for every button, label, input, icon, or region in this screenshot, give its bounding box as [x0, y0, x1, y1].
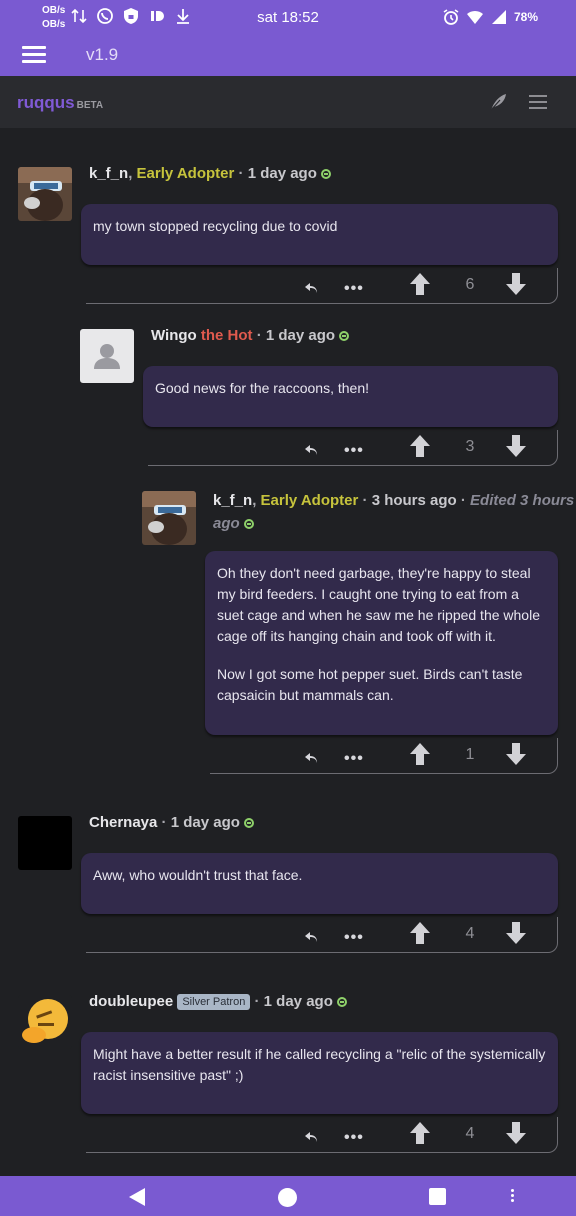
author-name[interactable]: k_f_n — [213, 492, 252, 509]
comment-body: Good news for the raccoons, then! — [143, 366, 558, 427]
overflow-menu-icon[interactable] — [511, 1189, 515, 1203]
more-icon[interactable]: ••• — [344, 280, 364, 298]
user-flair: the Hot — [200, 327, 253, 344]
comment-text: Oh they don't need garbage, they're happ… — [217, 565, 540, 644]
system-icons — [442, 8, 508, 26]
avatar[interactable] — [18, 995, 72, 1049]
app-version: v1.9 — [86, 45, 119, 64]
patron-badge: Silver Patron — [177, 994, 251, 1010]
online-indicator-icon — [243, 519, 254, 529]
comment-meta: Chernaya · 1 day ago — [89, 814, 254, 831]
comment-body: Aww, who wouldn't trust that face. — [81, 853, 558, 914]
raccoon-avatar-image — [142, 491, 196, 545]
vote-score: 4 — [465, 1125, 475, 1142]
thinking-emoji-avatar — [18, 995, 72, 1049]
comment-actions: ••• 1 — [210, 738, 558, 774]
upvote-icon[interactable] — [409, 434, 431, 458]
comment-actions: ••• 3 — [148, 430, 558, 466]
upvote-icon[interactable] — [409, 742, 431, 766]
author-name[interactable]: doubleupee — [89, 993, 173, 1010]
site-name: ruqqus — [17, 93, 75, 112]
avatar[interactable] — [142, 491, 196, 545]
timestamp: 3 hours ago — [371, 492, 457, 509]
alarm-icon — [443, 9, 459, 25]
comment-meta: Wingo the Hot · 1 day ago — [151, 327, 350, 344]
avatar[interactable] — [18, 167, 72, 221]
default-user-icon — [94, 344, 120, 369]
online-indicator-icon — [339, 331, 350, 341]
battery-level: 78% — [513, 10, 538, 24]
reply-icon[interactable] — [304, 444, 318, 456]
comment-body: Oh they don't need garbage, they're happ… — [205, 551, 558, 735]
online-indicator-icon — [336, 997, 347, 1007]
comment-text: Might have a better result if he called … — [93, 1046, 546, 1083]
signal-icon — [492, 10, 506, 24]
more-icon[interactable]: ••• — [344, 929, 364, 947]
feather-icon[interactable] — [488, 92, 508, 112]
timestamp: 1 day ago — [263, 993, 333, 1010]
downvote-icon[interactable] — [505, 921, 527, 945]
comment-text: Aww, who wouldn't trust that face. — [93, 867, 303, 883]
site-menu-icon[interactable] — [529, 95, 547, 109]
home-icon[interactable] — [278, 1188, 297, 1207]
downvote-icon[interactable] — [505, 1121, 527, 1145]
system-navigation-bar — [0, 1176, 576, 1216]
comment-text: Now I got some hot pepper suet. Birds ca… — [217, 666, 523, 703]
vote-score: 4 — [465, 925, 475, 942]
status-bar: OB/s OB/s sat 18:52 78% — [0, 0, 576, 36]
reply-icon[interactable] — [304, 931, 318, 943]
upvote-icon[interactable] — [409, 921, 431, 945]
online-indicator-icon — [320, 169, 331, 179]
more-icon[interactable]: ••• — [344, 750, 364, 768]
reply-icon[interactable] — [304, 1131, 318, 1143]
reply-icon[interactable] — [304, 752, 318, 764]
avatar[interactable] — [80, 329, 134, 383]
comment-text: Good news for the raccoons, then! — [155, 380, 370, 396]
vote-score: 6 — [465, 276, 475, 293]
timestamp: 1 day ago — [247, 165, 317, 182]
comment-meta: doubleupee Silver Patron · 1 day ago — [89, 993, 347, 1010]
edited-label-cont: ago — [213, 515, 240, 532]
raccoon-avatar-image — [18, 167, 72, 221]
comment-body: Might have a better result if he called … — [81, 1032, 558, 1114]
vote-score: 1 — [465, 746, 475, 763]
upvote-icon[interactable] — [409, 272, 431, 296]
user-flair: Early Adopter — [136, 165, 235, 182]
more-icon[interactable]: ••• — [344, 1129, 364, 1147]
comment-actions: ••• 4 — [86, 917, 558, 953]
recent-apps-icon[interactable] — [429, 1188, 446, 1205]
more-icon[interactable]: ••• — [344, 442, 364, 460]
edited-label: Edited 3 hours — [470, 492, 575, 509]
downvote-icon[interactable] — [505, 742, 527, 766]
comment-meta: k_f_n, Early Adopter · 3 hours ago · Edi… — [213, 492, 575, 532]
upvote-icon[interactable] — [409, 1121, 431, 1145]
app-bar: v1.9 — [0, 36, 576, 76]
comment-text: my town stopped recycling due to covid — [93, 218, 338, 234]
avatar[interactable] — [18, 816, 72, 870]
site-logo[interactable]: ruqqus BETA — [17, 93, 103, 113]
author-name[interactable]: k_f_n — [89, 165, 128, 182]
user-flair: Early Adopter — [260, 492, 359, 509]
comment-actions: ••• 6 — [86, 268, 558, 304]
author-name[interactable]: Wingo — [151, 327, 197, 344]
comment-meta: k_f_n, Early Adopter · 1 day ago — [89, 165, 331, 182]
downvote-icon[interactable] — [505, 434, 527, 458]
beta-label: BETA — [76, 100, 104, 111]
online-indicator-icon — [243, 818, 254, 828]
reply-icon[interactable] — [304, 282, 318, 294]
back-icon[interactable] — [127, 1187, 147, 1207]
wifi-icon — [467, 10, 483, 24]
timestamp: 1 day ago — [265, 327, 336, 344]
hamburger-menu-button[interactable] — [22, 46, 46, 64]
author-name[interactable]: Chernaya — [89, 814, 157, 831]
downvote-icon[interactable] — [505, 272, 527, 296]
timestamp: 1 day ago — [170, 814, 240, 831]
comment-body: my town stopped recycling due to covid — [81, 204, 558, 265]
comment-actions: ••• 4 — [86, 1117, 558, 1153]
vote-score: 3 — [465, 438, 475, 455]
